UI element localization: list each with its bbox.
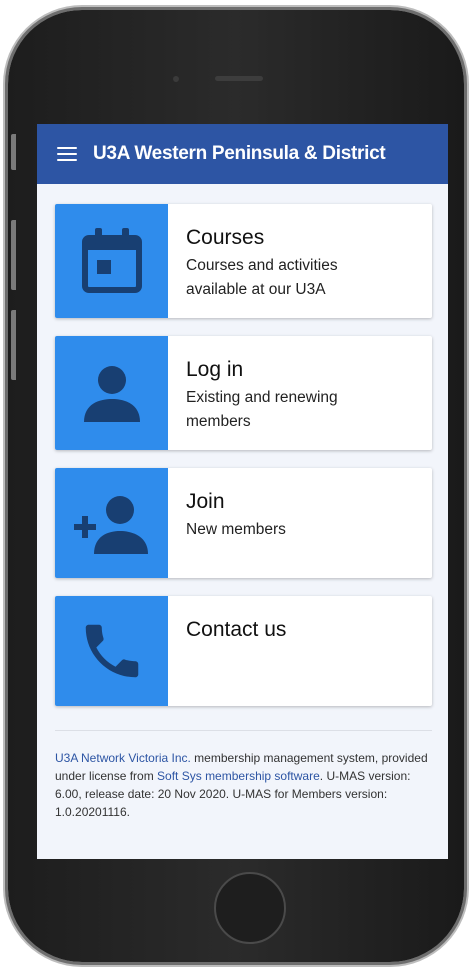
calendar-icon: [81, 228, 142, 293]
join-subtitle: New members: [186, 521, 286, 538]
login-subtitle: Existing and renewing members: [186, 389, 338, 430]
contact-card[interactable]: Contact us: [55, 596, 432, 706]
add-person-icon: [73, 496, 148, 554]
phone-icon: [85, 624, 138, 678]
front-camera: [173, 76, 179, 82]
volume-down-button: [11, 310, 16, 380]
person-icon: [83, 366, 140, 422]
footer-divider: [55, 730, 432, 731]
u3a-network-link[interactable]: U3A Network Victoria Inc.: [55, 751, 191, 765]
earpiece-speaker: [215, 76, 263, 81]
app-screen: U3A Western Peninsula & District Courses…: [37, 124, 448, 859]
home-button[interactable]: [214, 872, 286, 944]
softsys-link[interactable]: Soft Sys membership software: [157, 769, 320, 783]
app-bar: U3A Western Peninsula & District: [37, 124, 448, 184]
join-tile: [55, 468, 168, 578]
login-tile: [55, 336, 168, 450]
app-title: U3A Western Peninsula & District: [93, 143, 386, 164]
contact-title: Contact us: [186, 618, 287, 641]
menu-icon[interactable]: [57, 147, 77, 161]
courses-subtitle: Courses and activities available at our …: [186, 257, 338, 298]
volume-up-button: [11, 220, 16, 290]
contact-tile: [55, 596, 168, 706]
courses-tile: [55, 204, 168, 318]
side-button: [11, 134, 16, 170]
courses-title: Courses: [186, 226, 265, 249]
footer-text: U3A Network Victoria Inc. membership man…: [55, 749, 432, 821]
join-title: Join: [186, 490, 225, 513]
login-title: Log in: [186, 358, 244, 381]
join-card[interactable]: Join New members: [55, 468, 432, 578]
courses-card[interactable]: Courses Courses and activities available…: [55, 204, 432, 318]
login-card[interactable]: Log in Existing and renewing members: [55, 336, 432, 450]
